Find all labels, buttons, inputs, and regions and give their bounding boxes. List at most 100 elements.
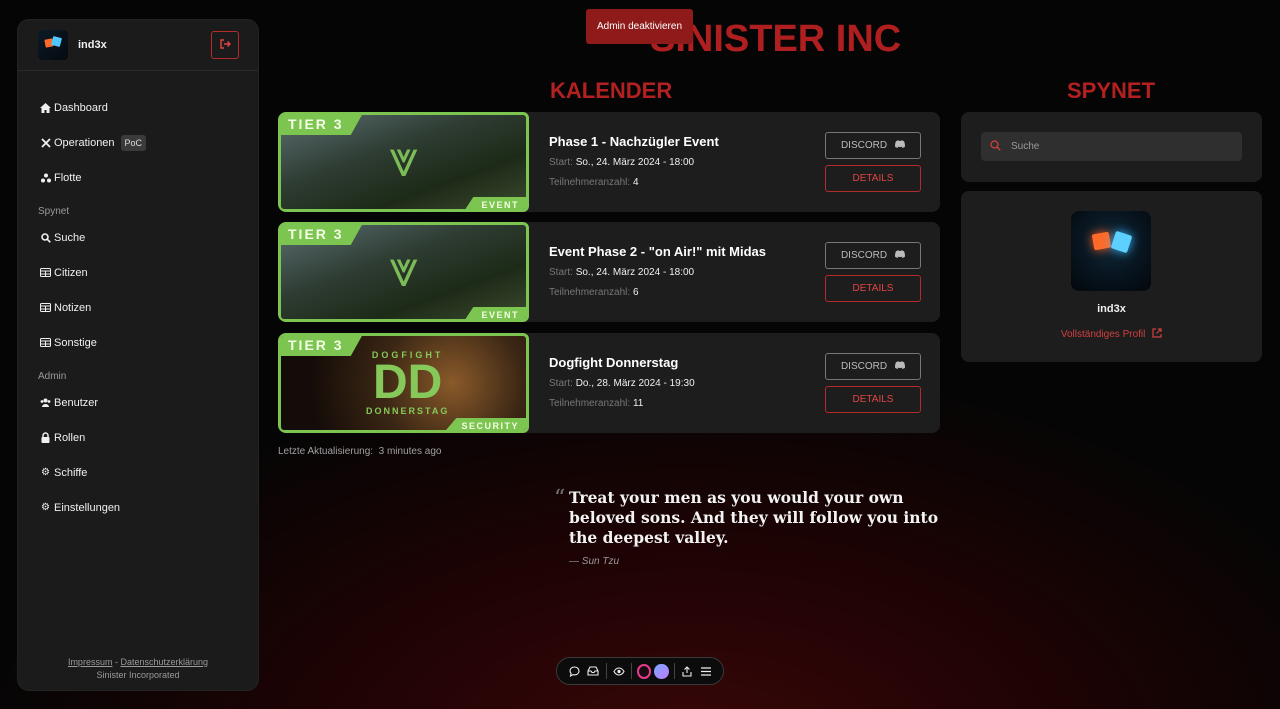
sidebar-item-suche[interactable]: Suche [38, 220, 238, 255]
fleet-icon [38, 173, 53, 183]
privacy-link[interactable]: Datenschutzerklärung [120, 657, 208, 667]
menu-icon[interactable] [696, 661, 715, 681]
event-tag: EVENT [463, 197, 526, 209]
gear-icon: ⚙ [41, 467, 50, 478]
participants-value: 4 [632, 177, 639, 188]
company-name: Sinister Incorporated [96, 670, 180, 680]
discord-button[interactable]: DISCORD [825, 242, 921, 269]
participants-label: Teilnehmeranzahl: [549, 287, 631, 298]
discord-button[interactable]: DISCORD [825, 132, 921, 159]
event-banner-image[interactable]: TIER 3 DOGFIGHT DD DONNERSTAG SECURITY [278, 333, 529, 433]
chat-icon[interactable] [565, 661, 584, 681]
footer-separator: - [114, 657, 118, 667]
event-title: Event Phase 2 - "on Air!" mit Midas [549, 244, 767, 259]
discord-icon [895, 250, 906, 261]
extension-icon[interactable] [637, 663, 652, 679]
event-banner-image[interactable]: TIER 3 ⩔ EVENT [278, 222, 529, 322]
sidebar-item-operationen[interactable]: Operationen PoC [38, 125, 238, 160]
inbox-icon[interactable] [584, 661, 603, 681]
external-link-icon [1148, 328, 1162, 340]
start-value: So., 24. März 2024 - 18:00 [575, 267, 695, 278]
gear-icon: ⚙ [41, 502, 50, 513]
sidebar-item-label: Dashboard [54, 101, 108, 114]
crossed-swords-icon [38, 137, 53, 148]
event-participants: Teilnehmeranzahl: 11 [549, 398, 643, 409]
sidebar-item-label: Schiffe [54, 466, 88, 479]
search-input[interactable]: Suche [981, 132, 1242, 161]
banner-mid-text: DD [373, 356, 443, 409]
search-icon [990, 139, 1001, 154]
table-icon [38, 303, 53, 312]
calendar-heading: KALENDER [550, 78, 673, 103]
event-start: Start: So., 24. März 2024 - 18:00 [549, 157, 694, 168]
event-card[interactable]: TIER 3 ⩔ EVENT Event Phase 2 - "on Air!"… [278, 222, 940, 322]
event-start: Start: So., 24. März 2024 - 18:00 [549, 267, 694, 278]
emblem-icon: ⩔ [389, 130, 419, 188]
toolbar-divider [673, 663, 675, 679]
event-tag: EVENT [463, 307, 526, 319]
section-label-admin: Admin [38, 371, 67, 382]
avatar[interactable] [38, 30, 68, 60]
sidebar-item-schiffe[interactable]: ⚙ Schiffe [38, 455, 238, 490]
sidebar-header: ind3x [18, 20, 258, 71]
sidebar-item-notizen[interactable]: Notizen [38, 290, 238, 325]
sidebar-item-einstellungen[interactable]: ⚙ Einstellungen [38, 490, 238, 525]
sidebar-item-label: Operationen [54, 136, 115, 149]
toolbar-divider [631, 663, 633, 679]
start-label: Start: [549, 378, 573, 389]
discord-icon [895, 140, 906, 151]
dogfight-logo: DOGFIGHT DD DONNERSTAG [366, 350, 449, 416]
start-label: Start: [549, 157, 573, 168]
event-banner-image[interactable]: TIER 3 ⩔ EVENT [278, 112, 529, 212]
discord-label: DISCORD [840, 250, 888, 261]
discord-icon [895, 361, 906, 372]
sidebar-username: ind3x [78, 39, 107, 51]
assistant-icon[interactable] [654, 663, 669, 679]
sidebar-item-label: Flotte [54, 171, 82, 184]
sidebar-item-label: Sonstige [54, 336, 97, 349]
discord-button[interactable]: DISCORD [825, 353, 921, 380]
event-card[interactable]: TIER 3 ⩔ EVENT Phase 1 - Nachzügler Even… [278, 112, 940, 212]
details-button[interactable]: DETAILS [825, 275, 921, 302]
sidebar-item-label: Benutzer [54, 396, 99, 409]
sidebar-item-sonstige[interactable]: Sonstige [38, 325, 238, 360]
sidebar-item-rollen[interactable]: Rollen [38, 420, 238, 455]
sidebar-item-label: Citizen [54, 266, 88, 279]
discord-label: DISCORD [840, 140, 888, 151]
sidebar-item-label: Einstellungen [54, 501, 121, 514]
eye-icon[interactable] [609, 661, 628, 681]
impressum-link[interactable]: Impressum [68, 657, 113, 667]
sidebar-item-benutzer[interactable]: Benutzer [38, 385, 238, 420]
event-start: Start: Do., 28. März 2024 - 19:30 [549, 378, 695, 389]
home-icon [38, 102, 53, 113]
spynet-search-card: Suche [961, 112, 1262, 182]
sidebar: ind3x Dashboard Operationen PoC Flotte S… [17, 19, 259, 691]
spynet-heading: SPYNET [1067, 78, 1156, 103]
details-button[interactable]: DETAILS [825, 165, 921, 192]
tier-badge: TIER 3 [281, 225, 364, 245]
sidebar-item-flotte[interactable]: Flotte [38, 160, 238, 195]
participants-value: 11 [632, 398, 644, 409]
event-card[interactable]: TIER 3 DOGFIGHT DD DONNERSTAG SECURITY D… [278, 333, 940, 433]
sidebar-item-citizen[interactable]: Citizen [38, 255, 238, 290]
quote-text: Treat your men as you would your own bel… [569, 488, 939, 547]
full-profile-link[interactable]: Vollständiges Profil [961, 328, 1262, 340]
sidebar-item-label: Notizen [54, 301, 92, 314]
sidebar-footer: Impressum - Datenschutzerklärung Siniste… [18, 656, 258, 682]
start-label: Start: [549, 267, 573, 278]
tier-badge: TIER 3 [281, 336, 364, 356]
quote-author: — Sun Tzu [569, 556, 620, 567]
logout-button[interactable] [211, 31, 239, 59]
admin-toast-button[interactable]: Admin deaktivieren [586, 9, 693, 44]
share-icon[interactable] [677, 661, 696, 681]
event-tag: SECURITY [443, 418, 526, 430]
details-button[interactable]: DETAILS [825, 386, 921, 413]
floating-toolbar [556, 657, 724, 685]
sidebar-item-dashboard[interactable]: Dashboard [38, 90, 238, 125]
participants-label: Teilnehmeranzahl: [549, 398, 631, 409]
event-participants: Teilnehmeranzahl: 6 [549, 287, 639, 298]
search-icon [38, 232, 53, 243]
start-value: Do., 28. März 2024 - 19:30 [575, 378, 695, 389]
participants-value: 6 [632, 287, 639, 298]
section-label-spynet: Spynet [38, 206, 70, 217]
